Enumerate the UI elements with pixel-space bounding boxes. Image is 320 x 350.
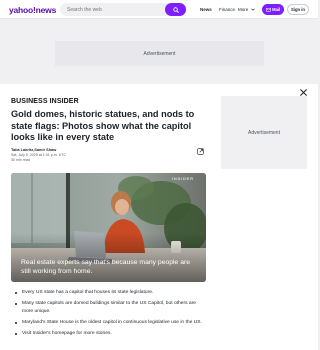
side-advertisement[interactable]: Advertisement (221, 96, 307, 169)
article-read-time: 30 min read (11, 158, 30, 162)
list-item: Many state capitols are domed buildings … (14, 300, 204, 316)
nav-news[interactable]: News (200, 7, 212, 12)
list-item: Maryland's State House is the oldest cap… (14, 319, 204, 327)
image-watermark: INSIDER (172, 176, 194, 181)
search-icon (172, 6, 179, 13)
image-caption: Real estate experts say that's because m… (21, 259, 191, 275)
article-date: Sat, July 5, 2025 at 1:01 p.m. UTC (11, 153, 67, 157)
top-advertisement[interactable]: Advertisement (55, 41, 264, 66)
article-author[interactable]: Talia Lakritz,Samir Shaw (11, 147, 56, 152)
top-header: yahoo!news News Finance More Mail Sign i… (0, 0, 318, 19)
mail-icon (265, 7, 271, 12)
mail-button[interactable]: Mail (262, 4, 284, 15)
publisher-logo[interactable]: BUSINESS INSIDER (11, 98, 79, 105)
list-item[interactable]: Visit Insider's homepage for more storie… (14, 330, 204, 338)
list-item: Every US state has a capitol that houses… (14, 289, 204, 297)
yahoo-news-logo[interactable]: yahoo!news (9, 5, 56, 15)
search-button[interactable] (165, 3, 186, 16)
sign-in-button[interactable]: Sign in (287, 4, 309, 15)
share-icon[interactable] (197, 148, 204, 155)
key-points-list: Every US state has a capitol that houses… (14, 289, 204, 341)
nav-more-label: More (238, 7, 249, 12)
article-headline: Gold domes, historic statues, and nods t… (11, 109, 195, 142)
close-icon (299, 88, 307, 96)
nav-finance[interactable]: Finance (219, 7, 235, 12)
chevron-down-icon (250, 8, 255, 11)
search-input[interactable] (67, 6, 162, 13)
mail-label: Mail (272, 7, 281, 12)
nav-more[interactable]: More (238, 7, 255, 12)
